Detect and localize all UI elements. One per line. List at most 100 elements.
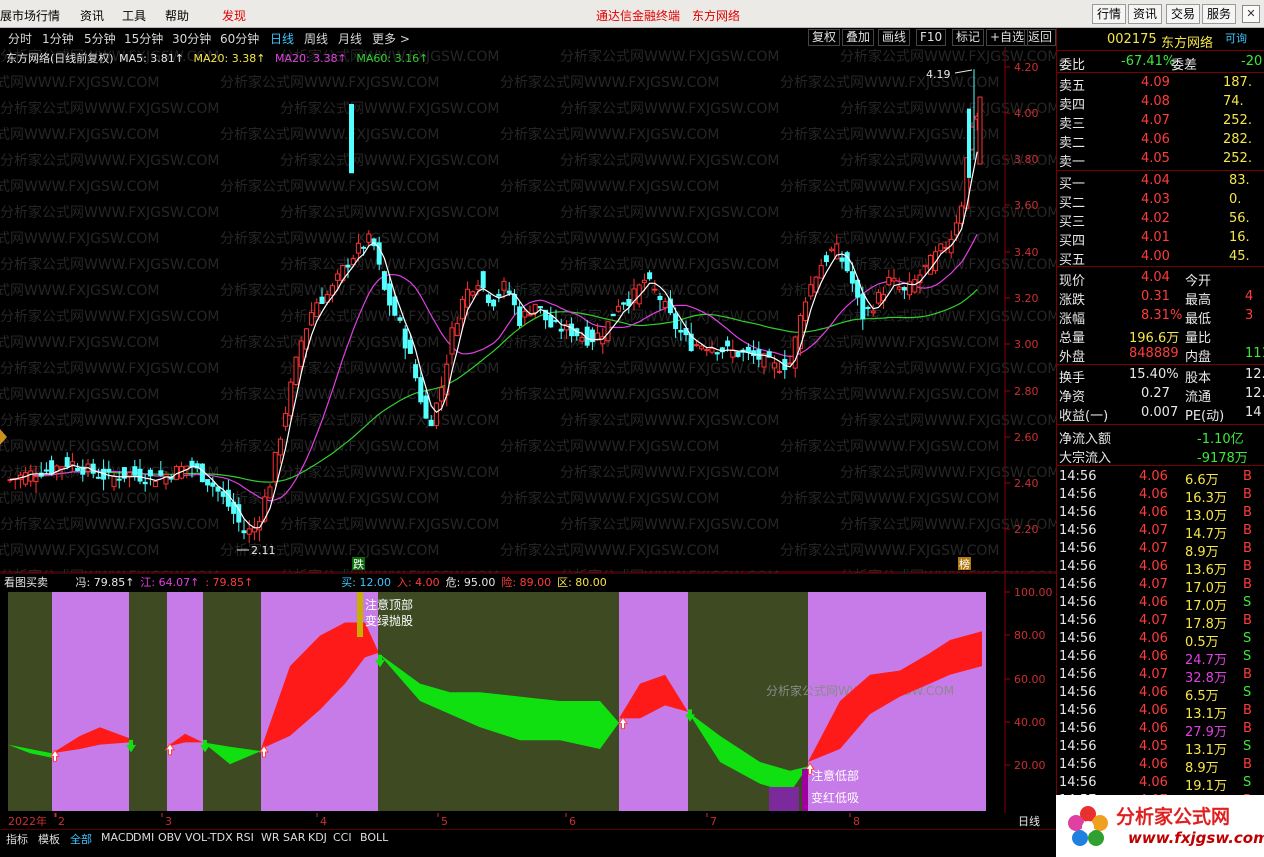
- tick-price: 4.07: [1139, 613, 1168, 628]
- button-draw[interactable]: 画线: [878, 29, 911, 46]
- svg-text:分析家公式网WWW.FXJGSW.COM: 分析家公式网WWW.FXJGSW.COM: [280, 360, 499, 377]
- button-service[interactable]: 服务: [1202, 4, 1237, 24]
- button-add-watchlist[interactable]: +自选: [986, 29, 1029, 46]
- tab-cci[interactable]: CCI: [333, 831, 352, 844]
- period-tab-15min[interactable]: 15分钟: [124, 30, 163, 47]
- menu-discover[interactable]: 发现: [222, 7, 246, 24]
- button-info[interactable]: 资讯: [1128, 4, 1163, 24]
- tab-dmi[interactable]: DMI: [133, 831, 154, 844]
- tab-obv[interactable]: OBV: [158, 831, 181, 844]
- svg-text:分析家公式网WWW.FXJGSW.COM: 分析家公式网WWW.FXJGSW.COM: [560, 100, 779, 117]
- date-tick-label: 6: [569, 815, 576, 827]
- indicator-legend-item: 冯: 79.85↑: [75, 576, 135, 589]
- tick-row: 14:56 4.06 13.6万 B: [1059, 558, 1263, 578]
- tab-template[interactable]: 模板: [38, 831, 60, 847]
- button-f10[interactable]: F10: [916, 29, 947, 46]
- tab-macd[interactable]: MACD: [101, 831, 134, 844]
- webi-row: 委比 -67.41% 委差 -20: [1059, 53, 1263, 73]
- date-tick-label: 7: [710, 815, 717, 827]
- tab-wr[interactable]: WR: [261, 831, 280, 844]
- tab-indicator[interactable]: 指标: [6, 831, 28, 847]
- menu-market[interactable]: 展市场行情: [0, 7, 60, 24]
- tick-side: B: [1243, 469, 1252, 484]
- tick-row: 14:56 4.06 16.3万 B: [1059, 486, 1263, 506]
- note-bottom-1: 注意低部: [811, 768, 859, 783]
- stock-code: 002175: [1107, 32, 1157, 47]
- stat-value: 0.27: [1141, 386, 1170, 401]
- link-tdx-terminal[interactable]: 通达信金融终端: [596, 7, 680, 24]
- high-price-marker: 4.19: [926, 68, 951, 81]
- svg-text:分析家公式网WWW.FXJGSW.COM: 分析家公式网WWW.FXJGSW.COM: [500, 178, 719, 195]
- tick-time: 14:56: [1059, 775, 1097, 790]
- order-level-label: 买三: [1059, 215, 1086, 230]
- period-tab-monthly[interactable]: 月线: [338, 30, 362, 47]
- tick-time: 14:56: [1059, 487, 1097, 502]
- button-overlay[interactable]: 叠加: [842, 29, 875, 46]
- svg-text:分析家公式网WWW.FXJGSW.COM: 分析家公式网WWW.FXJGSW.COM: [220, 178, 439, 195]
- tick-price: 4.07: [1139, 523, 1168, 538]
- quote-stat-row: 现价 4.04 今开: [1059, 269, 1263, 289]
- link-stock-name[interactable]: 东方网络: [692, 7, 740, 24]
- button-quotes[interactable]: 行情: [1092, 4, 1127, 24]
- tab-all[interactable]: 全部: [70, 831, 92, 847]
- tick-row: 14:56 4.06 13.0万 B: [1059, 504, 1263, 524]
- period-tab-60min[interactable]: 60分钟: [220, 30, 259, 47]
- stock-header: 002175 东方网络 可询: [1059, 30, 1263, 51]
- svg-text:分析家公式网WWW.FXJGSW.COM: 分析家公式网WWW.FXJGSW.COM: [560, 412, 779, 429]
- indicator-chart[interactable]: 分析家公式网WWW.FXJGSW.COM 注意顶部 变绿抛股 注意低部 变红低吸…: [0, 573, 1056, 813]
- tick-time: 14:56: [1059, 703, 1097, 718]
- period-tab-daily[interactable]: 日线: [270, 30, 294, 47]
- tick-row: 14:56 4.07 14.7万 B: [1059, 522, 1263, 542]
- tab-rsi[interactable]: RSI: [236, 831, 254, 844]
- svg-text:分析家公式网WWW.FXJGSW.COM: 分析家公式网WWW.FXJGSW.COM: [0, 490, 159, 507]
- svg-text:分析家公式网WWW.FXJGSW.COM: 分析家公式网WWW.FXJGSW.COM: [0, 438, 159, 455]
- button-mark[interactable]: 标记: [952, 29, 985, 46]
- close-icon[interactable]: ✕: [1242, 5, 1260, 23]
- tick-time: 14:56: [1059, 757, 1097, 772]
- price-tick-label: 3.40: [1014, 246, 1039, 259]
- tick-time: 14:56: [1059, 577, 1097, 592]
- stat-label: 现价: [1059, 274, 1086, 289]
- tab-boll[interactable]: BOLL: [360, 831, 388, 844]
- tick-price: 4.06: [1139, 631, 1168, 646]
- flower-logo-icon: 分析家公式网 www.fxjgsw.com: [1068, 805, 1264, 847]
- tab-sar[interactable]: SAR: [283, 831, 305, 844]
- button-trade[interactable]: 交易: [1166, 4, 1201, 24]
- button-back[interactable]: 返回: [1024, 29, 1057, 46]
- svg-text:分析家公式网WWW.FXJGSW.COM: 分析家公式网WWW.FXJGSW.COM: [280, 256, 499, 273]
- tick-side: S: [1243, 649, 1252, 664]
- svg-text:分析家公式网WWW.FXJGSW.COM: 分析家公式网WWW.FXJGSW.COM: [280, 412, 499, 429]
- tick-side: B: [1243, 757, 1252, 772]
- stat-label: 今开: [1185, 274, 1212, 289]
- candlestick-chart[interactable]: 分析家公式网WWW.FXJGSW.COM 分析家公式网WWW.FXJGSW.COM…: [0, 47, 1056, 573]
- indicator-name[interactable]: 看图买卖: [4, 576, 48, 589]
- stock-tag[interactable]: 可询: [1225, 30, 1247, 46]
- period-tab-weekly[interactable]: 周线: [304, 30, 328, 47]
- menu-help[interactable]: 帮助: [165, 7, 189, 24]
- price-tick-label: 3.80: [1014, 153, 1039, 166]
- period-toolbar: 分时 1分钟 5分钟 15分钟 30分钟 60分钟 日线 周线 月线 更多 > …: [0, 28, 1057, 47]
- tab-kdj[interactable]: KDJ: [308, 831, 327, 844]
- tick-time: 14:56: [1059, 631, 1097, 646]
- svg-text:分析家公式网WWW.FXJGSW.COM: 分析家公式网WWW.FXJGSW.COM: [0, 412, 219, 429]
- stat-label: 内盘: [1185, 350, 1212, 365]
- menu-news[interactable]: 资讯: [80, 7, 104, 24]
- tab-vol-tdx[interactable]: VOL-TDX: [185, 831, 233, 844]
- button-adjust[interactable]: 复权: [808, 29, 841, 46]
- svg-text:分析家公式网WWW.FXJGSW.COM: 分析家公式网WWW.FXJGSW.COM: [500, 438, 719, 455]
- menu-tools[interactable]: 工具: [122, 7, 146, 24]
- period-tab-more[interactable]: 更多 >: [372, 30, 410, 47]
- tick-time: 14:56: [1059, 541, 1097, 556]
- period-tab-30min[interactable]: 30分钟: [172, 30, 211, 47]
- period-tab-5min[interactable]: 5分钟: [84, 30, 116, 47]
- bottom-warning-block: [769, 787, 799, 811]
- period-tab-timeshare[interactable]: 分时: [8, 30, 32, 47]
- flow-label: 大宗流入: [1059, 451, 1112, 466]
- order-volume: 282.: [1223, 132, 1252, 147]
- order-price: 4.04: [1141, 173, 1170, 188]
- order-price: 4.07: [1141, 113, 1170, 128]
- period-tab-1min[interactable]: 1分钟: [42, 30, 74, 47]
- price-tick-label: 2.20: [1014, 523, 1039, 536]
- menu-bar: 展市场行情 资讯 工具 帮助 发现 通达信金融终端 东方网络 行情 资讯 交易 …: [0, 0, 1264, 28]
- svg-text:分析家公式网WWW.FXJGSW.COM: 分析家公式网WWW.FXJGSW.COM: [0, 334, 159, 351]
